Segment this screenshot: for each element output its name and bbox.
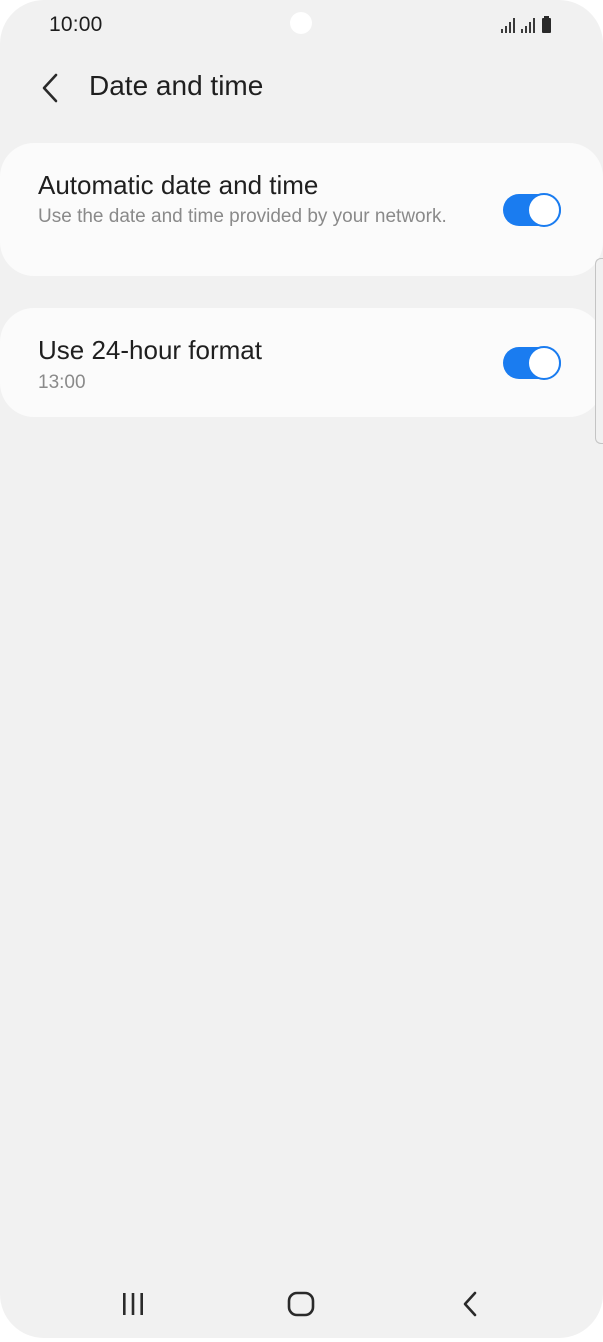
page-title: Date and time bbox=[89, 70, 264, 101]
front-camera bbox=[290, 12, 312, 34]
automatic-date-time-toggle[interactable] bbox=[503, 193, 561, 227]
back-button[interactable] bbox=[30, 66, 70, 110]
setting-subtitle: Use the date and time provided by your n… bbox=[38, 206, 447, 227]
app-header: Date and time bbox=[0, 58, 603, 118]
setting-title: Automatic date and time bbox=[38, 170, 319, 200]
scroll-indicator[interactable] bbox=[595, 258, 603, 444]
battery-icon bbox=[542, 16, 551, 33]
toggle-knob bbox=[527, 346, 561, 380]
setting-24-hour-format[interactable]: Use 24-hour format 13:00 bbox=[0, 308, 603, 417]
status-time: 10:00 bbox=[49, 13, 103, 36]
signal-icon bbox=[521, 18, 535, 33]
home-button[interactable] bbox=[276, 1284, 326, 1324]
home-icon bbox=[287, 1291, 315, 1317]
setting-automatic-date-time[interactable]: Automatic date and time Use the date and… bbox=[0, 143, 603, 276]
chevron-left-icon bbox=[42, 73, 58, 103]
setting-subtitle: 13:00 bbox=[38, 372, 86, 393]
toggle-knob bbox=[527, 193, 561, 227]
phone-screen: 10:00 Date and time Automatic date and t… bbox=[0, 0, 603, 1338]
setting-title: Use 24-hour format bbox=[38, 335, 262, 365]
signal-icon bbox=[501, 18, 515, 33]
system-back-button[interactable] bbox=[445, 1284, 495, 1324]
status-bar: 10:00 bbox=[0, 0, 603, 52]
24-hour-format-toggle[interactable] bbox=[503, 346, 561, 380]
recents-icon bbox=[123, 1293, 143, 1315]
back-icon bbox=[463, 1291, 477, 1317]
status-icons bbox=[499, 15, 559, 35]
recents-button[interactable] bbox=[108, 1284, 158, 1324]
navigation-bar bbox=[0, 1270, 603, 1338]
